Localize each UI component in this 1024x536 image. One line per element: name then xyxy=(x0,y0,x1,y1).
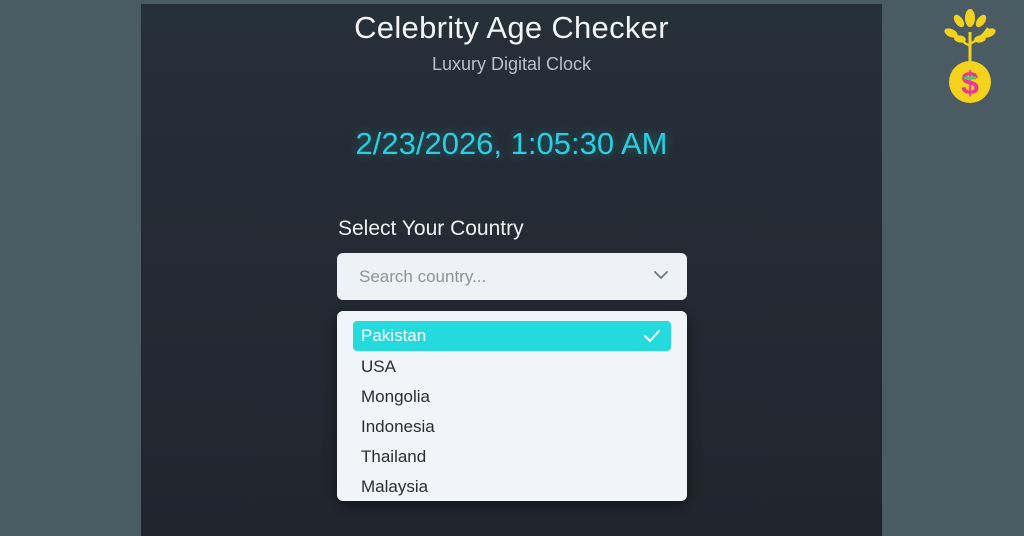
digital-clock-display: 2/23/2026, 1:05:30 AM xyxy=(355,126,668,161)
country-option-thailand[interactable]: Thailand xyxy=(353,442,671,472)
option-label: USA xyxy=(361,357,396,376)
option-label: Malaysia xyxy=(361,477,429,496)
country-search-input[interactable] xyxy=(357,265,651,288)
country-option-mongolia[interactable]: Mongolia xyxy=(353,382,671,412)
country-option-indonesia[interactable]: Indonesia xyxy=(353,412,671,442)
country-select-label: Select Your Country xyxy=(338,217,524,240)
chevron-down-icon[interactable] xyxy=(653,269,669,281)
page-subtitle: Luxury Digital Clock xyxy=(431,54,592,74)
country-search-box[interactable] xyxy=(337,253,687,300)
option-label: Indonesia xyxy=(361,417,435,436)
svg-text:$: $ xyxy=(961,65,979,101)
option-label: Mongolia xyxy=(361,387,430,406)
country-option-malaysia[interactable]: Malaysia xyxy=(353,472,671,502)
page-title: Celebrity Age Checker xyxy=(354,10,669,45)
checkmark-icon xyxy=(644,330,660,342)
option-label: Pakistan xyxy=(361,326,427,345)
country-option-pakistan[interactable]: Pakistan xyxy=(353,321,671,351)
money-tree-icon: $ xyxy=(944,9,996,103)
country-option-usa[interactable]: USA xyxy=(353,352,671,382)
app-panel: Celebrity Age Checker Luxury Digital Clo… xyxy=(141,4,882,536)
country-dropdown-list: Pakistan USA Mongolia Indonesia Thailand… xyxy=(337,311,687,501)
option-label: Thailand xyxy=(361,447,427,466)
